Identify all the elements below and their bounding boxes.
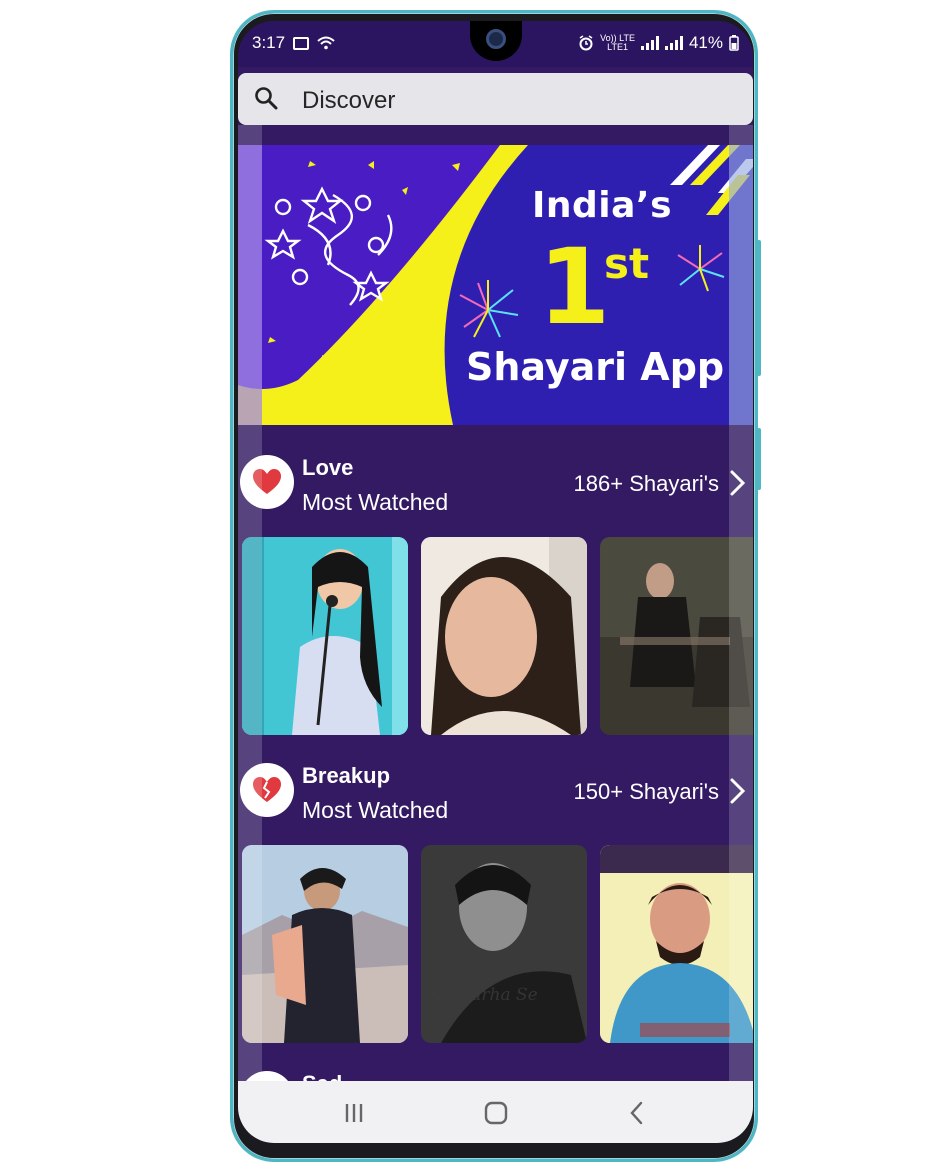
app-screen: 3:17 Vo)) LTE LTE1 41% Discover India’s … <box>238 21 753 1143</box>
lte-label: LTE1 <box>607 42 628 52</box>
edge-shade-right <box>729 125 753 1081</box>
edge-shade-left <box>238 125 262 1081</box>
signal-icon-2 <box>664 36 683 50</box>
back-icon[interactable] <box>623 1099 651 1127</box>
banner-number: 1 <box>538 226 611 348</box>
category-header-love[interactable]: Love Most Watched 186+ Shayari's <box>238 449 753 519</box>
banner-headline: India’s <box>532 185 673 226</box>
video-thumbnail[interactable] <box>242 537 408 735</box>
search-label[interactable]: Discover <box>302 87 395 115</box>
signal-icon <box>640 36 659 50</box>
category-count[interactable]: 186+ Shayari's <box>574 471 719 497</box>
category-count[interactable]: 150+ Shayari's <box>574 779 719 805</box>
volte-indicator: Vo)) LTE LTE1 <box>600 34 635 52</box>
category-title: Love <box>302 455 354 480</box>
battery-percentage: 41% <box>688 33 723 52</box>
category-subtitle: Most Watched <box>302 797 449 823</box>
home-icon[interactable] <box>482 1099 510 1127</box>
thumbnail-caption: Kis Tarha Se <box>429 985 538 1005</box>
promo-banner[interactable]: India’s 1 st Shayari App <box>238 145 753 425</box>
category-header-breakup[interactable]: Breakup Most Watched 150+ Shayari's <box>238 757 753 827</box>
status-time: 3:17 <box>252 33 286 52</box>
video-thumbnails-love <box>238 537 753 737</box>
video-thumbnails-breakup: Kis Tarha Se <box>238 845 753 1045</box>
status-right: Vo)) LTE LTE1 41% <box>578 33 739 53</box>
video-thumbnail[interactable] <box>421 537 587 735</box>
category-subtitle: Most Watched <box>302 489 449 515</box>
phone-frame: 3:17 Vo)) LTE LTE1 41% Discover India’s … <box>230 10 758 1162</box>
status-left: 3:17 <box>252 33 335 53</box>
wifi-icon <box>317 36 335 50</box>
video-thumbnail[interactable] <box>242 845 408 1043</box>
search-bar[interactable]: Discover <box>238 73 753 125</box>
banner-subline: Shayari App <box>466 345 725 389</box>
system-navigation-bar <box>238 1081 753 1143</box>
recent-apps-icon[interactable] <box>340 1099 368 1127</box>
battery-icon <box>729 35 739 51</box>
gallery-icon <box>293 36 310 50</box>
category-title: Breakup <box>302 763 391 788</box>
alarm-icon <box>579 35 593 51</box>
status-bar: 3:17 Vo)) LTE LTE1 41% <box>238 21 753 67</box>
front-camera <box>485 29 506 49</box>
video-thumbnail[interactable]: Kis Tarha Se <box>421 845 587 1043</box>
search-icon[interactable] <box>254 86 278 110</box>
banner-ordinal: st <box>604 239 650 288</box>
